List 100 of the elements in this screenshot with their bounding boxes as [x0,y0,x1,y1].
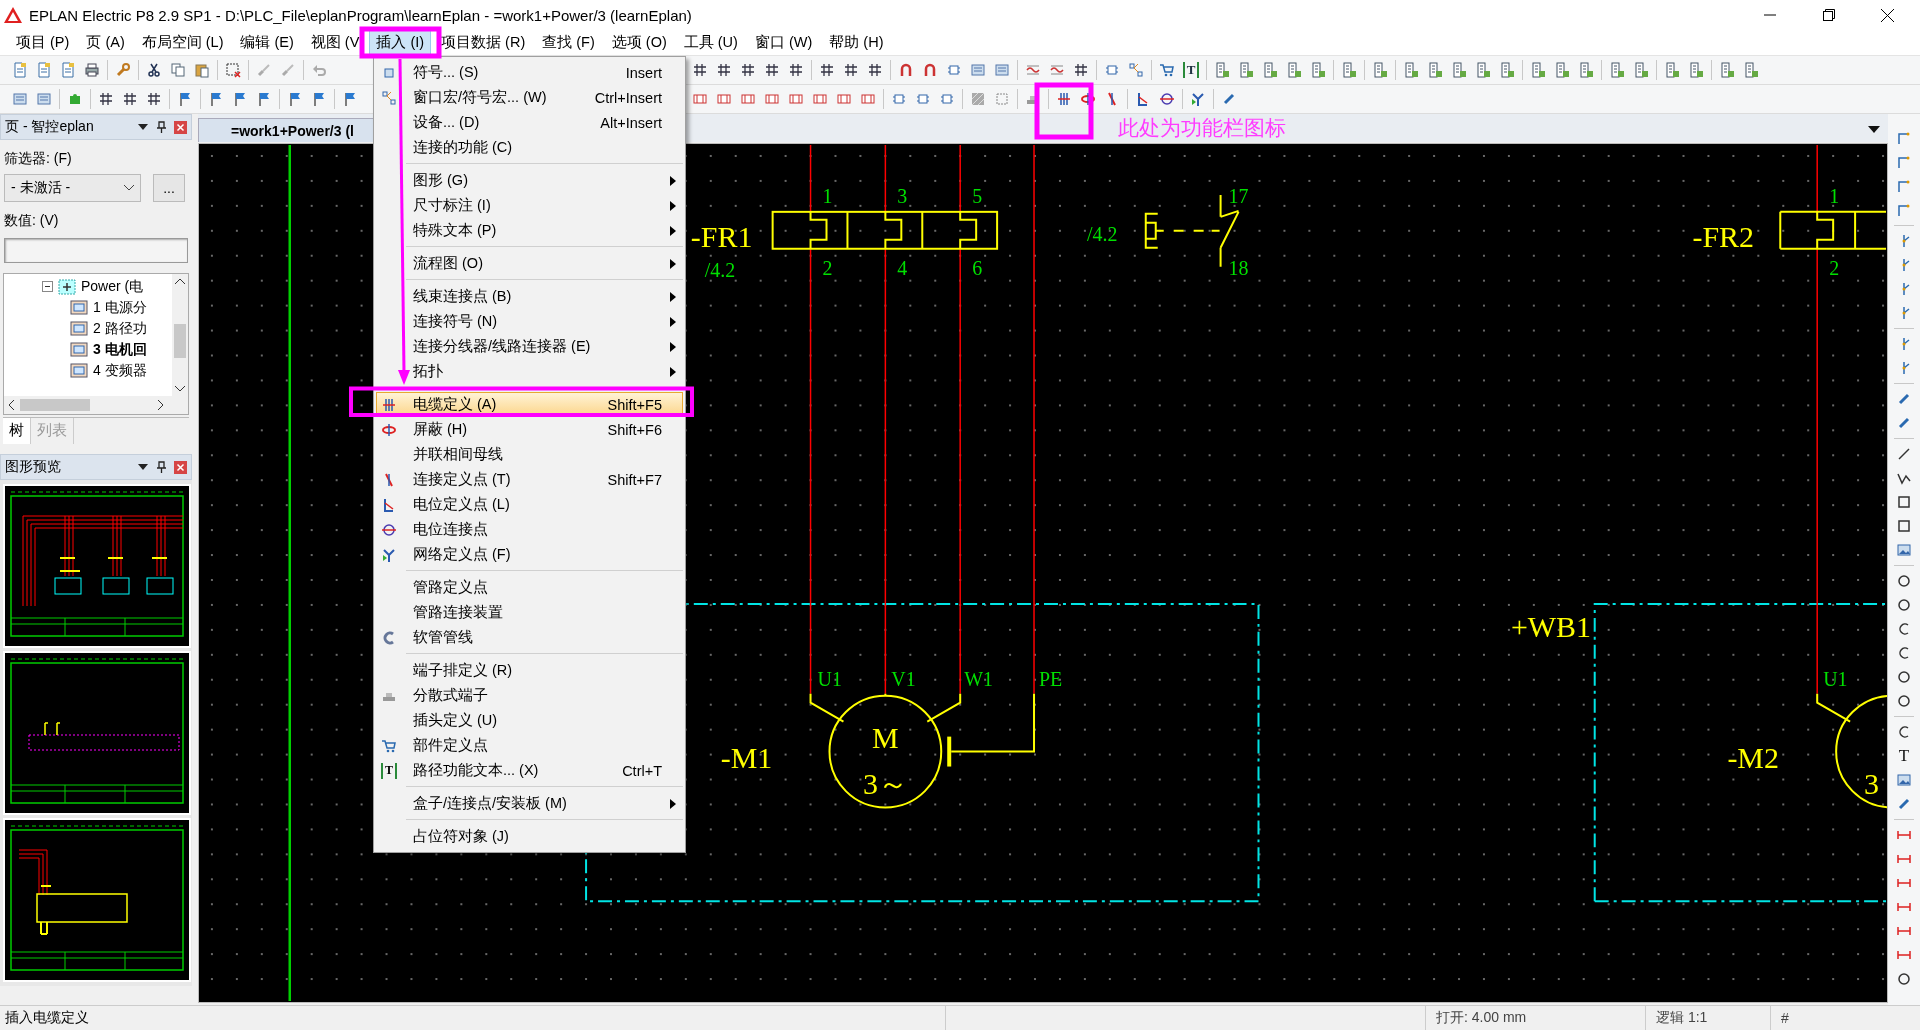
page-icon[interactable] [1451,62,1467,78]
menu-item[interactable]: 流程图 (O) [376,251,683,276]
chip-icon[interactable] [939,91,955,107]
circle-icon[interactable] [1896,971,1912,987]
magnet-icon[interactable] [922,62,938,78]
page-icon[interactable] [1633,62,1649,78]
page-preview-drawing[interactable] [3,484,191,648]
grid-icon[interactable] [764,62,780,78]
page-icon[interactable] [1609,62,1625,78]
link-icon[interactable] [1221,91,1237,107]
grid-icon[interactable] [1073,62,1089,78]
menu-item[interactable]: 占位符对象 (J) [376,824,683,849]
image-icon[interactable] [1896,772,1912,788]
scroll-left-icon[interactable] [8,400,14,410]
list-icon[interactable] [36,91,52,107]
chip-icon[interactable] [915,91,931,107]
scroll-down-icon[interactable] [175,386,185,392]
potential-connection-icon[interactable] [1159,91,1175,107]
flag-icon[interactable] [311,91,327,107]
flag-icon[interactable] [177,91,193,107]
grid-icon[interactable] [98,91,114,107]
flag-icon[interactable] [208,91,224,107]
page-icon[interactable] [1372,62,1388,78]
circle-icon[interactable] [1896,693,1912,709]
grid-icon[interactable] [122,91,138,107]
page-icon[interactable] [1214,62,1230,78]
menu-item[interactable]: 分散式端子 [376,683,683,708]
page-icon[interactable] [1475,62,1491,78]
document-icon[interactable] [60,62,76,78]
menu-item[interactable]: 屏蔽 (H) Shift+F6 [376,417,683,442]
menu-item[interactable]: 符号... (S) Insert [376,60,683,85]
link-icon[interactable] [1896,796,1912,812]
brush-icon[interactable] [280,62,296,78]
tree-item[interactable]: 4 变频器 [93,361,147,380]
grid-icon[interactable] [867,62,883,78]
menu-bar-item[interactable]: 项目 (P) [9,30,77,55]
menu-item[interactable]: T 路径功能文本... (X) Ctrl+T [376,758,683,783]
flag-icon[interactable] [232,91,248,107]
menu-bar-item[interactable]: 项目数据 (R) [434,30,533,55]
page-icon[interactable] [1530,62,1546,78]
menu-item[interactable]: 管路定义点 [376,575,683,600]
menu-item[interactable]: 管路连接装置 [376,600,683,625]
menu-item[interactable]: 设备... (D) Alt+Insert [376,110,683,135]
page-icon[interactable] [1743,62,1759,78]
circle-icon[interactable] [1896,597,1912,613]
page-preview-drawing[interactable] [3,818,191,982]
corner-icon[interactable] [1896,178,1912,194]
chip-icon[interactable] [1104,62,1120,78]
scrollbar-thumb[interactable] [174,324,186,358]
list-icon[interactable] [12,91,28,107]
menu-bar-item[interactable]: 查找 (F) [535,30,602,55]
image-icon[interactable] [1896,542,1912,558]
grid-icon[interactable] [843,62,859,78]
scroll-up-icon[interactable] [175,278,185,284]
paste-icon[interactable] [194,62,210,78]
chip-icon[interactable] [946,62,962,78]
link-icon[interactable] [1896,391,1912,407]
menu-item[interactable]: 图形 (G) [376,168,683,193]
menu-item[interactable]: 网络定义点 (F) [376,542,683,567]
menu-item[interactable]: 电位定义点 (L) [376,492,683,517]
menu-bar-item[interactable]: 视图 (V [303,30,367,55]
circle-icon[interactable] [1896,573,1912,589]
menu-bar-item[interactable]: 编辑 (E) [233,30,301,55]
circle-icon[interactable] [1896,669,1912,685]
document-icon[interactable] [12,62,28,78]
page-preview-drawing[interactable] [3,651,191,815]
scissors-icon[interactable] [146,62,162,78]
menu-bar-item[interactable]: 工具 (U) [676,30,745,55]
grid-icon[interactable] [740,62,756,78]
page-icon[interactable] [1688,62,1704,78]
page-icon[interactable] [1238,62,1254,78]
rectangle-icon[interactable] [1896,494,1912,510]
menu-item[interactable]: 部件定义点 [376,733,683,758]
wave-icon[interactable] [1025,62,1041,78]
menu-item[interactable]: 窗口宏/符号宏... (W) Ctrl+Insert [376,85,683,110]
tree-item[interactable]: 2 路径功 [93,319,147,338]
menu-bar-item[interactable]: 选项 (O) [604,30,674,55]
grid-icon[interactable] [146,91,162,107]
grid-icon[interactable] [819,62,835,78]
filter-dropdown[interactable]: - 未激活 - [4,174,141,202]
page-icon[interactable] [1310,62,1326,78]
dropdown-icon[interactable] [138,123,148,131]
menu-item[interactable]: 并联相间母线 [376,442,683,467]
page-icon[interactable] [1719,62,1735,78]
document-icon[interactable] [36,62,52,78]
chip-icon[interactable] [891,91,907,107]
menu-item[interactable]: 端子排定义 (R) [376,658,683,683]
page-icon[interactable] [1403,62,1419,78]
corner-icon[interactable] [1896,154,1912,170]
scroll-right-icon[interactable] [158,400,164,410]
dropdown-icon[interactable] [1868,126,1880,134]
magnet-icon[interactable] [898,62,914,78]
restore-icon[interactable] [1822,9,1835,21]
page-icon[interactable] [1286,62,1302,78]
cart-icon[interactable] [1159,62,1175,78]
rectangle-icon[interactable] [1896,518,1912,534]
selection-icon[interactable] [225,62,241,78]
flag-icon[interactable] [287,91,303,107]
tree-item[interactable]: 1 电源分 [93,298,147,317]
menu-item[interactable]: 尺寸标注 (I) [376,193,683,218]
